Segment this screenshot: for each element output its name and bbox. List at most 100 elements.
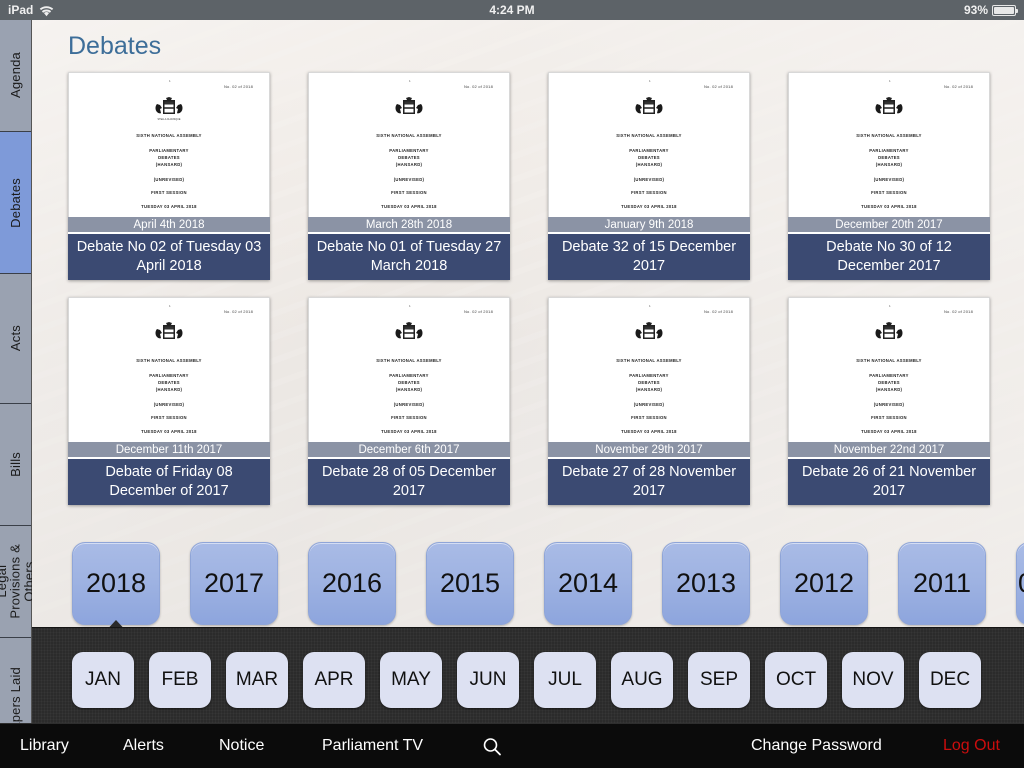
toolbar-library-button[interactable]: Library	[20, 737, 69, 755]
document-line: SIXTH NATIONAL ASSEMBLY	[136, 133, 202, 138]
document-page-number: 1	[889, 79, 891, 83]
year-button-2013[interactable]: 2013	[662, 542, 750, 625]
document-line: TUESDAY 03 APRIL 2018	[141, 204, 197, 209]
document-line: PARLIAMENTARY	[629, 148, 669, 153]
document-reference: No. 02 of 2018	[703, 84, 733, 89]
debate-card[interactable]: 1 No. 02 of 2018 SIXTH NATIONAL ASSEMBLY…	[308, 72, 510, 280]
document-line: (UNREVISED)	[633, 402, 665, 407]
year-button-2018[interactable]: 2018	[72, 542, 160, 625]
year-label: 2016	[321, 568, 383, 598]
month-button-sep[interactable]: SEP	[688, 652, 750, 708]
year-button-2011[interactable]: 2011	[898, 542, 986, 625]
month-label: JUL	[548, 669, 582, 690]
document-line: PARLIAMENTARY	[149, 148, 189, 153]
document-line: TUESDAY 03 APRIL 2018	[141, 429, 197, 434]
month-label: DEC	[929, 669, 971, 690]
document-reference: No. 02 of 2018	[943, 309, 973, 314]
document-line: FIRST SESSION	[631, 415, 667, 420]
year-button-2014[interactable]: 2014	[544, 542, 632, 625]
document-reference: No. 02 of 2018	[943, 84, 973, 89]
debate-card-title: Debate of Friday 08 December of 2017	[68, 459, 270, 505]
year-label: 2010	[1017, 568, 1024, 599]
month-button-jan[interactable]: JAN	[72, 652, 134, 708]
month-button-dec[interactable]: DEC	[919, 652, 981, 708]
sidebar-item-label: Bills	[7, 452, 23, 477]
sidebar-item-acts[interactable]: Acts	[0, 274, 31, 404]
year-button-2012[interactable]: 2012	[780, 542, 868, 625]
document-line: (HANSARD)	[635, 162, 663, 167]
document-line: SIXTH NATIONAL ASSEMBLY	[616, 358, 682, 363]
document-line: (HANSARD)	[635, 387, 663, 392]
sidebar-item-legal-provisions-and-others[interactable]: Legal Provisions & Others	[0, 526, 36, 638]
sidebar-item-debates[interactable]: Debates	[0, 132, 31, 274]
debate-card[interactable]: 1 No. 02 of 2018 SIXTH NATIONAL ASSEMBLY…	[548, 72, 750, 280]
debate-card[interactable]: 1 No. 02 of 2018 STELLA CLAVISQUE SIXTH …	[68, 72, 270, 280]
debate-card-date: December 20th 2017	[788, 217, 990, 234]
svg-text:STELLA CLAVISQUE: STELLA CLAVISQUE	[158, 118, 181, 121]
month-label: JAN	[85, 669, 121, 690]
document-line: DEBATES	[398, 155, 420, 160]
document-line: (HANSARD)	[875, 387, 903, 392]
mauritius-coat-of-arms-icon	[388, 97, 430, 123]
toolbar-notice-button[interactable]: Notice	[219, 737, 264, 755]
debate-card-grid: 1 No. 02 of 2018 STELLA CLAVISQUE SIXTH …	[32, 20, 1024, 505]
toolbar-log-out-button[interactable]: Log Out	[943, 737, 1000, 755]
toolbar-parliament-tv-button[interactable]: Parliament TV	[322, 737, 423, 755]
document-reference: No. 02 of 2018	[463, 309, 493, 314]
document-line: SIXTH NATIONAL ASSEMBLY	[856, 358, 922, 363]
debate-card[interactable]: 1 No. 02 of 2018 SIXTH NATIONAL ASSEMBLY…	[788, 72, 990, 280]
month-button-mar[interactable]: MAR	[226, 652, 288, 708]
document-line: PARLIAMENTARY	[389, 148, 429, 153]
toolbar-change-password-button[interactable]: Change Password	[751, 737, 882, 755]
month-label: MAY	[391, 669, 431, 690]
debate-card[interactable]: 1 No. 02 of 2018 SIXTH NATIONAL ASSEMBLY…	[308, 297, 510, 505]
document-line: FIRST SESSION	[151, 190, 187, 195]
year-selector: 2018 2017 2016 2015 2014 2013 2012 2011 …	[32, 520, 1024, 634]
document-line: DEBATES	[158, 380, 180, 385]
debate-card-date: December 6th 2017	[308, 442, 510, 459]
month-button-feb[interactable]: FEB	[149, 652, 211, 708]
document-line: SIXTH NATIONAL ASSEMBLY	[376, 358, 442, 363]
sidebar-item-agenda[interactable]: Agenda	[0, 20, 31, 132]
debate-card-title: Debate 27 of 28 November 2017	[548, 459, 750, 505]
year-button-2010-partial[interactable]: 2010	[1016, 542, 1024, 625]
document-reference: No. 02 of 2018	[223, 309, 253, 314]
year-button-2015[interactable]: 2015	[426, 542, 514, 625]
document-line: (HANSARD)	[395, 387, 423, 392]
debate-card[interactable]: 1 No. 02 of 2018 SIXTH NATIONAL ASSEMBLY…	[68, 297, 270, 505]
sidebar: Agenda Debates Acts Bills Legal Provisio…	[0, 20, 36, 768]
debate-thumbnail: 1 No. 02 of 2018 SIXTH NATIONAL ASSEMBLY…	[308, 72, 510, 217]
debate-card[interactable]: 1 No. 02 of 2018 SIXTH NATIONAL ASSEMBLY…	[548, 297, 750, 505]
month-label: OCT	[775, 669, 817, 690]
month-button-oct[interactable]: OCT	[765, 652, 827, 708]
document-line: (UNREVISED)	[873, 177, 905, 182]
document-page-number: 1	[649, 79, 651, 83]
month-selector: JAN FEB MAR APR MAY JUN JUL AUG SEP OCT …	[32, 627, 1024, 723]
year-label: 2015	[439, 568, 501, 598]
sidebar-item-bills[interactable]: Bills	[0, 404, 31, 526]
debate-card[interactable]: 1 No. 02 of 2018 SIXTH NATIONAL ASSEMBLY…	[788, 297, 990, 505]
sidebar-item-label: Legal Provisions & Others	[0, 544, 37, 619]
toolbar-alerts-button[interactable]: Alerts	[123, 737, 164, 755]
document-line: DEBATES	[158, 155, 180, 160]
document-line: DEBATES	[398, 380, 420, 385]
month-button-jul[interactable]: JUL	[534, 652, 596, 708]
month-button-may[interactable]: MAY	[380, 652, 442, 708]
sidebar-item-label: Agenda	[7, 52, 23, 99]
search-icon[interactable]	[481, 736, 503, 758]
debate-card-title: Debate 26 of 21 November 2017	[788, 459, 990, 505]
month-button-nov[interactable]: NOV	[842, 652, 904, 708]
month-button-jun[interactable]: JUN	[457, 652, 519, 708]
document-line: FIRST SESSION	[631, 190, 667, 195]
year-label: 2013	[675, 568, 737, 598]
debate-card-date: November 22nd 2017	[788, 442, 990, 459]
document-page-number: 1	[649, 304, 651, 308]
document-line: (UNREVISED)	[873, 402, 905, 407]
month-button-apr[interactable]: APR	[303, 652, 365, 708]
year-button-2017[interactable]: 2017	[190, 542, 278, 625]
document-line: (HANSARD)	[395, 162, 423, 167]
year-button-2016[interactable]: 2016	[308, 542, 396, 625]
document-preview: 1 No. 02 of 2018 SIXTH NATIONAL ASSEMBLY…	[789, 73, 989, 217]
month-label: APR	[314, 669, 354, 690]
month-button-aug[interactable]: AUG	[611, 652, 673, 708]
